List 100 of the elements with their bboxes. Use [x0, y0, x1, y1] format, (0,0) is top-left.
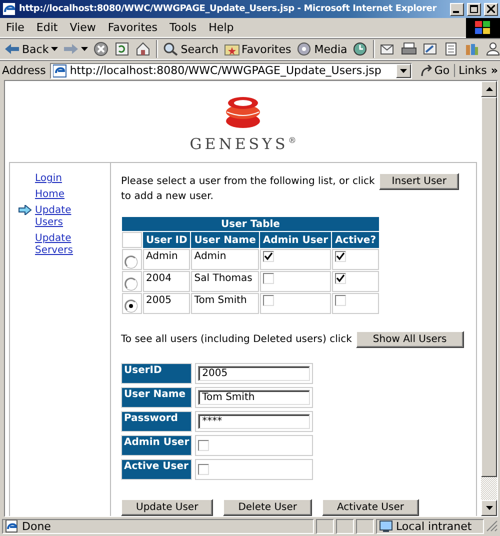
field-label: User Name: [121, 387, 192, 408]
status-pane: [336, 518, 354, 534]
table-cell: 2004: [143, 271, 190, 292]
dropdown-button[interactable]: [396, 64, 412, 78]
history-icon: [352, 42, 368, 56]
brand-name: GENESYS$^{®}$: [190, 134, 296, 152]
table-cell: Admin: [191, 249, 259, 270]
up-arrow-icon: [486, 87, 492, 91]
input-field[interactable]: 2005: [198, 366, 310, 381]
media-icon: [296, 42, 312, 56]
print-button[interactable]: [401, 42, 418, 56]
checkbox[interactable]: [335, 273, 346, 284]
caret-icon: [50, 47, 58, 51]
windows-logo-icon: [475, 20, 491, 34]
address-field[interactable]: http://localhost:8080/WWC/WWGPAGE_Update_Users.jsp: [50, 62, 412, 78]
input-field[interactable]: ****: [198, 414, 310, 429]
home-icon: [134, 42, 151, 56]
magnifier-icon: [162, 42, 179, 56]
document-icon: [443, 42, 460, 56]
close-button[interactable]: [484, 2, 498, 16]
action-button[interactable]: Activate User: [322, 499, 419, 516]
back-arrow-icon: [4, 42, 20, 56]
caret-icon: [80, 47, 88, 51]
browser-logo-icon: [2, 2, 16, 16]
history-button[interactable]: [352, 42, 368, 56]
column-header: Active?: [332, 232, 380, 248]
instruction-text: Please select a user from the following list, or click: [121, 176, 375, 188]
field-label: UserID: [121, 363, 192, 384]
person-icon: [485, 42, 500, 56]
caret-icon: [400, 68, 408, 72]
forward-arrow-icon: [62, 42, 79, 56]
go-arrow-icon: [420, 64, 432, 76]
radio-button[interactable]: [125, 300, 137, 312]
resize-grip-icon[interactable]: [486, 520, 498, 532]
menu-item[interactable]: Help: [202, 21, 240, 34]
books-icon: [464, 42, 480, 56]
back-button[interactable]: Back: [4, 42, 58, 56]
refresh-button[interactable]: [114, 42, 130, 56]
menu-item[interactable]: View: [64, 21, 102, 34]
column-header: User Name: [191, 232, 259, 248]
table-cell: Sal Thomas: [191, 271, 259, 292]
forward-button[interactable]: [62, 42, 88, 56]
status-pane: [316, 518, 334, 534]
vertical-scrollbar[interactable]: [481, 81, 497, 516]
page-icon: [5, 520, 19, 532]
go-button[interactable]: Go: [416, 64, 455, 77]
menu-item[interactable]: Tools: [164, 21, 203, 34]
checkmark-icon: [336, 252, 346, 261]
more-button[interactable]: »: [490, 64, 498, 77]
stop-button[interactable]: [92, 42, 109, 56]
nav-link[interactable]: Login: [35, 173, 83, 185]
home-button[interactable]: [134, 42, 151, 56]
checkbox[interactable]: [262, 273, 274, 284]
address-label: Address: [2, 64, 46, 77]
stop-icon: [92, 42, 109, 56]
minimize-button[interactable]: [450, 2, 464, 16]
page-icon: [52, 64, 67, 78]
menu-item[interactable]: Edit: [30, 21, 64, 34]
window-title: http://localhost:8080/WWC/WWGPAGE_Update_Users.jsp - Microsoft Internet Explorer: [19, 4, 438, 14]
table-cell: 2005: [143, 293, 190, 314]
messenger-button[interactable]: [485, 42, 500, 56]
nav-link[interactable]: Update Users: [35, 205, 83, 229]
edit-icon: [422, 42, 438, 56]
search-button[interactable]: Search: [162, 42, 219, 56]
edit-button[interactable]: [422, 42, 438, 56]
insert-user-button[interactable]: Insert User: [378, 173, 460, 190]
checkbox[interactable]: [262, 251, 274, 262]
instruction-text: To see all users (including Deleted users) click: [121, 334, 352, 345]
discuss-button[interactable]: [443, 42, 460, 56]
maximize-icon: [470, 5, 478, 13]
media-button[interactable]: Media: [296, 42, 348, 56]
zone-text: Local intranet: [396, 520, 472, 532]
field-label: Password: [121, 411, 192, 432]
checkbox[interactable]: [198, 464, 210, 475]
maximize-button[interactable]: [467, 2, 481, 16]
radio-button[interactable]: [125, 256, 137, 268]
show-all-users-button[interactable]: Show All Users: [356, 331, 464, 348]
field-label: Admin User: [121, 435, 192, 456]
nav-link[interactable]: Update Servers: [35, 233, 83, 257]
column-header: Admin User: [260, 232, 332, 248]
checkbox[interactable]: [262, 295, 274, 306]
action-button[interactable]: Update User: [121, 499, 214, 516]
favorites-button[interactable]: Favorites: [224, 42, 292, 56]
checkbox[interactable]: [335, 251, 346, 262]
menu-item[interactable]: Favorites: [102, 21, 164, 34]
checkmark-icon: [264, 252, 273, 261]
checkbox[interactable]: [198, 440, 210, 451]
checkbox[interactable]: [335, 295, 346, 306]
menu-item[interactable]: File: [0, 21, 30, 34]
links-button[interactable]: Links: [458, 64, 487, 77]
nav-link[interactable]: Home: [35, 189, 83, 201]
column-header: User ID: [143, 232, 190, 248]
status-text: Done: [22, 520, 51, 532]
radio-button[interactable]: [125, 278, 137, 290]
mail-button[interactable]: [380, 42, 396, 56]
instruction-text: to add a new user.: [121, 191, 214, 202]
computer-icon: [379, 520, 393, 532]
action-button[interactable]: Delete User: [223, 499, 312, 516]
checkmark-icon: [336, 274, 346, 283]
input-field[interactable]: Tom Smith: [198, 390, 310, 405]
